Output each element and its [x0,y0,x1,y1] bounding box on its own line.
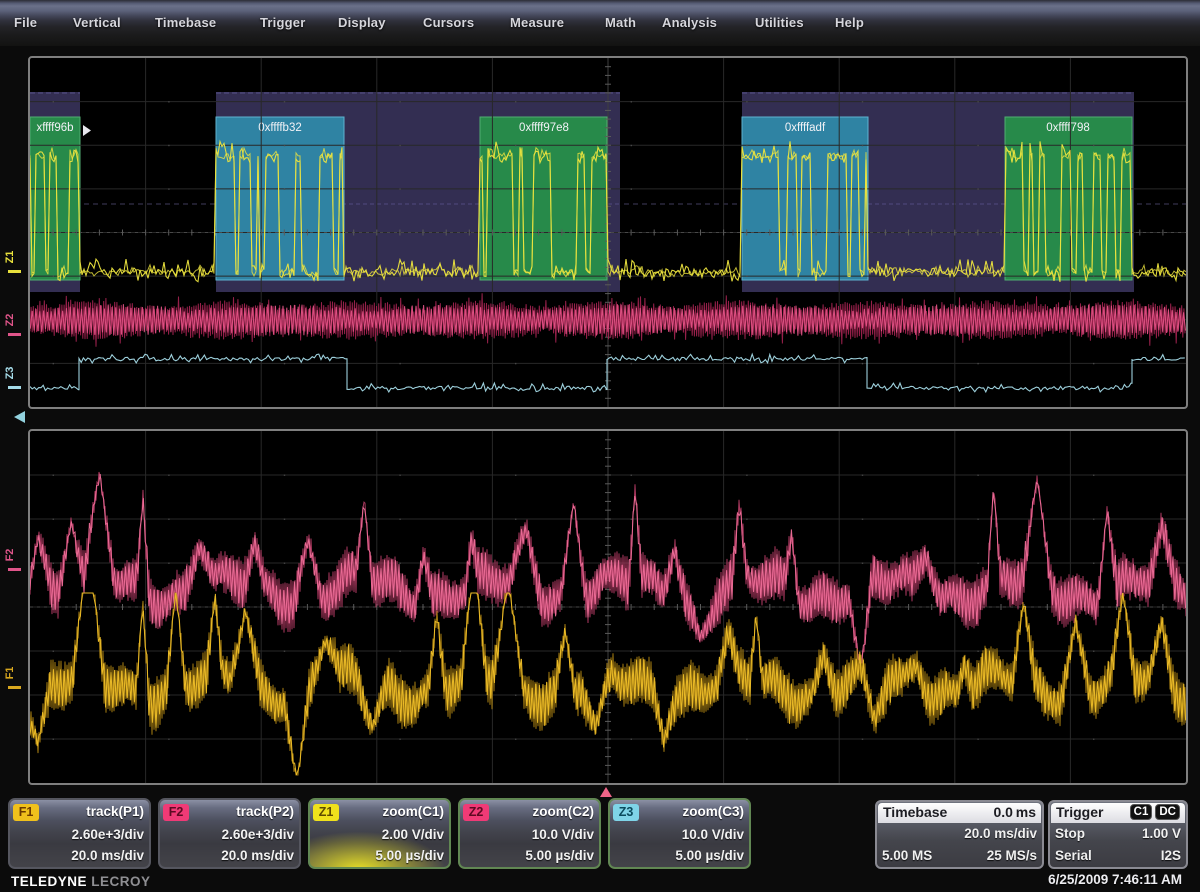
svg-text:xffff96b: xffff96b [36,122,73,134]
svg-text:0xffff798: 0xffff798 [1046,122,1090,134]
svg-text:0xffffadf: 0xffffadf [785,122,826,134]
svg-text:0xffffb32: 0xffffb32 [258,122,302,134]
svg-text:0xffff97e8: 0xffff97e8 [519,122,569,134]
